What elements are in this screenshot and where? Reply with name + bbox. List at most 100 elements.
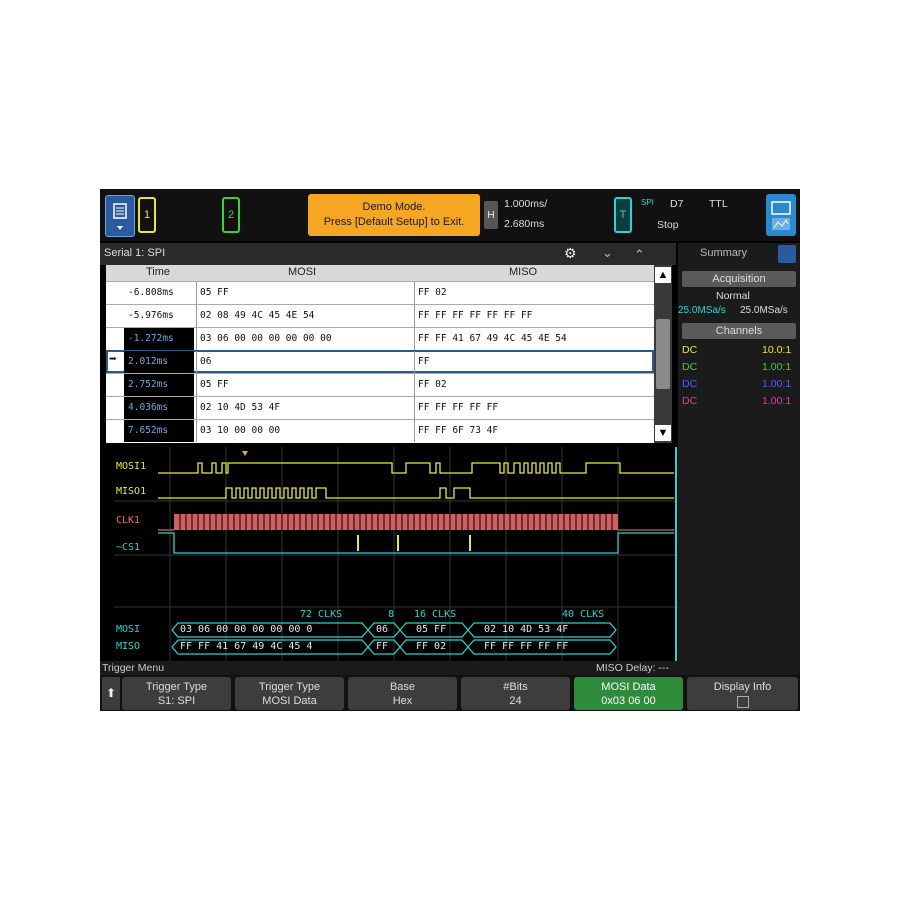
sample-rate-2: 25.0MSa/s [740, 305, 788, 316]
ch1-probe: 10.0:1 [762, 344, 792, 356]
summary-panel: Summary Acquisition Normal 25.0MSa/s 25.… [678, 243, 800, 661]
table-row[interactable]: 2.752ms 05 FF FF 02 [106, 373, 654, 396]
row-time: 7.652ms [124, 420, 194, 442]
row-mosi: 05 FF [196, 374, 414, 396]
row-pointer-icon: ➡ [109, 352, 117, 367]
bus-miso-frame: FF 02 [416, 641, 447, 652]
softkey-trigger-type-2[interactable]: Trigger Type MOSI Data [235, 677, 344, 710]
panel-icon[interactable] [778, 245, 796, 263]
scroll-down-icon[interactable]: ▼ [655, 425, 671, 441]
channel-1-button[interactable]: 1 [138, 197, 156, 233]
row-mosi: 03 10 00 00 00 [196, 420, 414, 442]
timebase-value: 1.000ms/ [504, 198, 548, 210]
table-row-selected[interactable]: ➡ 2.012ms 06 FF [106, 350, 654, 373]
table-row[interactable]: -5.976ms 02 08 49 4C 45 4E 54 FF FF FF F… [106, 304, 654, 327]
expand-down-icon[interactable]: ⌄ [602, 245, 613, 261]
cs-channel-label: ~CS1 [116, 542, 141, 553]
bus-miso-frame: FF FF 41 67 49 4C 45 4 [180, 641, 313, 652]
softkey-display-info[interactable]: Display Info [687, 677, 798, 710]
display-icon[interactable] [766, 194, 796, 236]
run-state: Stop [657, 219, 679, 231]
clk-count-1: 72 CLKS [300, 609, 343, 620]
miso-delay: MISO Delay: --- [596, 662, 669, 674]
softkey-value: S1: SPI [157, 694, 196, 707]
row-time: 4.036ms [124, 397, 194, 419]
clk-count-4: 40 CLKS [562, 609, 605, 620]
back-arrow-icon[interactable]: ⬆ [102, 677, 120, 710]
channel-2-label: 2 [227, 209, 235, 221]
trigger-menu-title: Trigger Menu [102, 662, 165, 674]
checkbox-icon[interactable] [736, 695, 749, 708]
ch3-probe: 1.00:1 [762, 378, 792, 390]
collapse-up-icon[interactable]: ⌃ [634, 247, 645, 263]
col-mosi-header: MOSI [288, 266, 317, 278]
summary-tab[interactable]: Summary [700, 247, 747, 259]
table-row[interactable]: -6.808ms 05 FF FF 02 [106, 281, 654, 304]
trigger-level: TTL [709, 198, 728, 210]
acquisition-label: Acquisition [682, 271, 796, 287]
softkey-base[interactable]: Base Hex [348, 677, 457, 710]
softkey-bar: ⬆ Trigger Type S1: SPI Trigger Type MOSI… [100, 675, 800, 711]
row-miso: FF [414, 351, 654, 373]
ch2-coupling: DC [682, 361, 698, 373]
row-time: 2.752ms [124, 374, 194, 396]
softkey-trigger-type[interactable]: Trigger Type S1: SPI [122, 677, 231, 710]
channel-1-label: 1 [143, 209, 151, 221]
horizontal-button[interactable]: H [484, 201, 498, 229]
trigger-menu-header: Trigger Menu MISO Delay: --- [100, 661, 800, 675]
trigger-channel: D7 [670, 198, 684, 210]
miso-channel-label: MISO1 [116, 486, 147, 497]
softkey-bits[interactable]: #Bits 24 [461, 677, 570, 710]
bus-mosi-label: MOSI [116, 624, 141, 635]
row-miso: FF FF FF FF FF FF FF [414, 305, 654, 327]
bus-mosi-frame: 03 06 00 00 00 00 00 0 [180, 624, 313, 635]
row-mosi: 03 06 00 00 00 00 00 00 [196, 328, 414, 350]
col-time-header: Time [146, 266, 171, 278]
channel-2-button[interactable]: 2 [222, 197, 240, 233]
clk-count-3: 16 CLKS [414, 609, 457, 620]
table-header: Time MOSI MISO [106, 265, 654, 281]
row-miso: FF 02 [414, 282, 654, 304]
mosi-channel-label: MOSI1 [116, 461, 147, 472]
clk-count-2: 8 [388, 609, 395, 620]
row-time: -6.808ms [128, 287, 174, 298]
bus-mosi-frame: 05 FF [416, 624, 447, 635]
row-miso: FF FF 41 67 49 4C 45 4E 54 [414, 328, 654, 350]
softkey-label: #Bits [503, 680, 528, 693]
softkey-value: 24 [509, 694, 522, 707]
serial-decode-header: Serial 1: SPI ⚙ ⌄ ⌃ [100, 243, 676, 265]
sample-rate-1: 25.0MSa/s [678, 305, 726, 316]
softkey-label: Trigger Type [258, 680, 321, 693]
serial-title: Serial 1: SPI [104, 247, 166, 259]
oscilloscope-screen: 1 2 Demo Mode. Press [Default Setup] to … [100, 189, 800, 711]
softkey-label: Display Info [713, 680, 772, 693]
ch4-probe: 1.00:1 [762, 395, 792, 407]
ch3-coupling: DC [682, 378, 698, 390]
trigger-button[interactable]: T [614, 197, 632, 233]
waveform-area[interactable]: MOSI1 MISO1 CLK1 ~CS1 72 CLKS 8 16 CLKS … [100, 447, 678, 661]
demo-line-2: Press [Default Setup] to Exit. [323, 216, 465, 228]
softkey-label: MOSI Data [601, 680, 656, 693]
table-row[interactable]: 4.036ms 02 10 4D 53 4F FF FF FF FF FF [106, 396, 654, 419]
menu-icon[interactable] [105, 195, 135, 237]
table-row[interactable]: 7.652ms 03 10 00 00 00 FF FF 6F 73 4F [106, 419, 654, 442]
softkey-value: 0x03 06 00 [601, 694, 656, 707]
softkey-mosi-data[interactable]: MOSI Data 0x03 06 00 [574, 677, 683, 710]
table-scrollbar[interactable]: ▲ ▼ [654, 265, 672, 443]
row-time: -1.272ms [124, 328, 194, 350]
acquisition-mode: Normal [716, 290, 750, 302]
scroll-thumb[interactable] [656, 319, 670, 389]
gear-icon[interactable]: ⚙ [564, 245, 577, 262]
bus-miso-frame: FF FF FF FF FF [484, 641, 569, 652]
table-row[interactable]: -1.272ms 03 06 00 00 00 00 00 00 FF FF 4… [106, 327, 654, 350]
softkey-label: Trigger Type [145, 680, 208, 693]
softkey-label: Base [389, 680, 416, 693]
scroll-up-icon[interactable]: ▲ [655, 267, 671, 283]
row-mosi: 02 08 49 4C 45 4E 54 [196, 305, 414, 327]
mosi-trace [158, 462, 674, 474]
bus-miso-label: MISO [116, 641, 141, 652]
bus-mosi-frame: 02 10 4D 53 4F [484, 624, 569, 635]
ch4-coupling: DC [682, 395, 698, 407]
cs-trace [158, 532, 674, 554]
miso-trace [158, 487, 674, 499]
